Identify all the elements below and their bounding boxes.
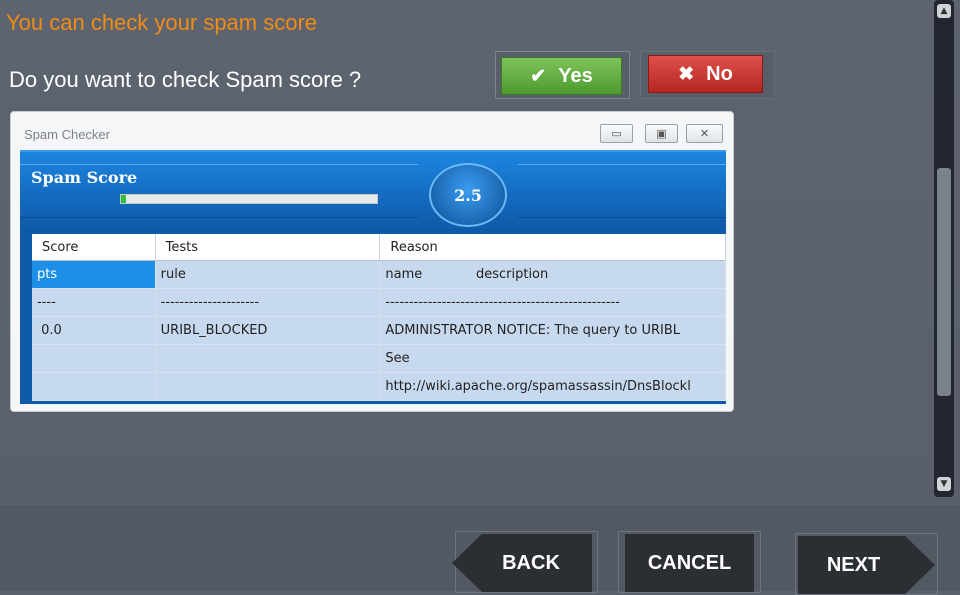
cell-reason[interactable]: See <box>379 344 726 373</box>
no-button-label: No <box>706 62 733 85</box>
checkmark-icon: ✔ <box>530 65 547 87</box>
main-panel: You can check your spam score Do you wan… <box>0 0 960 505</box>
column-header-reason[interactable]: Reason <box>379 234 726 261</box>
results-table-container: Score Tests Reason pts rule name descrip… <box>20 228 726 404</box>
question-text: Do you want to check Spam score ? <box>9 67 362 92</box>
cell-tests[interactable]: --------------------- <box>155 288 381 317</box>
table-row[interactable]: http://wiki.apache.org/spamassassin/DnsB… <box>32 372 726 401</box>
window-title: Spam Checker <box>24 127 110 142</box>
spam-checker-window: Spam Checker ▭ ▣ ✕ Spam Score 2.5 Score … <box>10 111 734 412</box>
yes-button[interactable]: ✔ Yes <box>501 57 622 95</box>
close-icon: ✖ <box>678 63 695 85</box>
table-row[interactable]: See <box>32 344 726 373</box>
scroll-down-icon[interactable]: ▼ <box>937 477 951 491</box>
cell-score[interactable] <box>32 344 156 373</box>
next-button-label: NEXT <box>826 553 881 576</box>
cell-score[interactable]: 0.0 <box>32 316 156 345</box>
cell-tests[interactable] <box>155 344 381 373</box>
back-button[interactable]: BACK <box>452 534 592 592</box>
spam-score-progress <box>120 194 378 204</box>
cell-tests[interactable] <box>155 372 381 401</box>
cell-tests[interactable]: URIBL_BLOCKED <box>155 316 381 345</box>
footer-nav: BACK CANCEL NEXT <box>0 505 960 595</box>
table-row[interactable]: 0.0 URIBL_BLOCKED ADMINISTRATOR NOTICE: … <box>32 316 726 345</box>
no-button[interactable]: ✖ No <box>648 55 763 93</box>
cell-tests[interactable]: rule <box>155 260 381 289</box>
cancel-button[interactable]: CANCEL <box>625 534 754 592</box>
table-row[interactable]: pts rule name description <box>32 260 726 289</box>
cell-reason[interactable]: ----------------------------------------… <box>379 288 726 317</box>
cell-score[interactable] <box>32 372 156 401</box>
vertical-scrollbar[interactable]: ▲ ▼ <box>934 0 954 497</box>
cell-score[interactable]: pts <box>32 260 156 289</box>
scroll-up-icon[interactable]: ▲ <box>937 4 951 18</box>
minimize-icon[interactable]: ▭ <box>600 124 633 143</box>
results-table: Score Tests Reason pts rule name descrip… <box>32 234 726 401</box>
table-row[interactable]: ---- --------------------- -------------… <box>32 288 726 317</box>
score-value-badge: 2.5 <box>429 163 507 227</box>
scrollbar-thumb[interactable] <box>937 168 951 396</box>
cell-reason[interactable]: name description <box>379 260 726 289</box>
cancel-button-label: CANCEL <box>647 551 732 574</box>
close-window-icon[interactable]: ✕ <box>686 124 723 143</box>
cell-reason[interactable]: ADMINISTRATOR NOTICE: The query to URIBL <box>379 316 726 345</box>
back-button-label: BACK <box>502 551 560 574</box>
progress-fill <box>121 195 127 203</box>
yes-button-label: Yes <box>558 64 593 87</box>
column-header-score[interactable]: Score <box>32 234 156 261</box>
cell-reason[interactable]: http://wiki.apache.org/spamassassin/DnsB… <box>379 372 726 401</box>
column-header-tests[interactable]: Tests <box>155 234 381 261</box>
spam-score-label: Spam Score <box>31 168 138 187</box>
page-title: You can check your spam score <box>6 10 318 35</box>
cell-score[interactable]: ---- <box>32 288 156 317</box>
maximize-icon[interactable]: ▣ <box>645 124 678 143</box>
score-bar: Spam Score 2.5 <box>20 150 726 230</box>
table-header-row: Score Tests Reason <box>32 234 726 261</box>
